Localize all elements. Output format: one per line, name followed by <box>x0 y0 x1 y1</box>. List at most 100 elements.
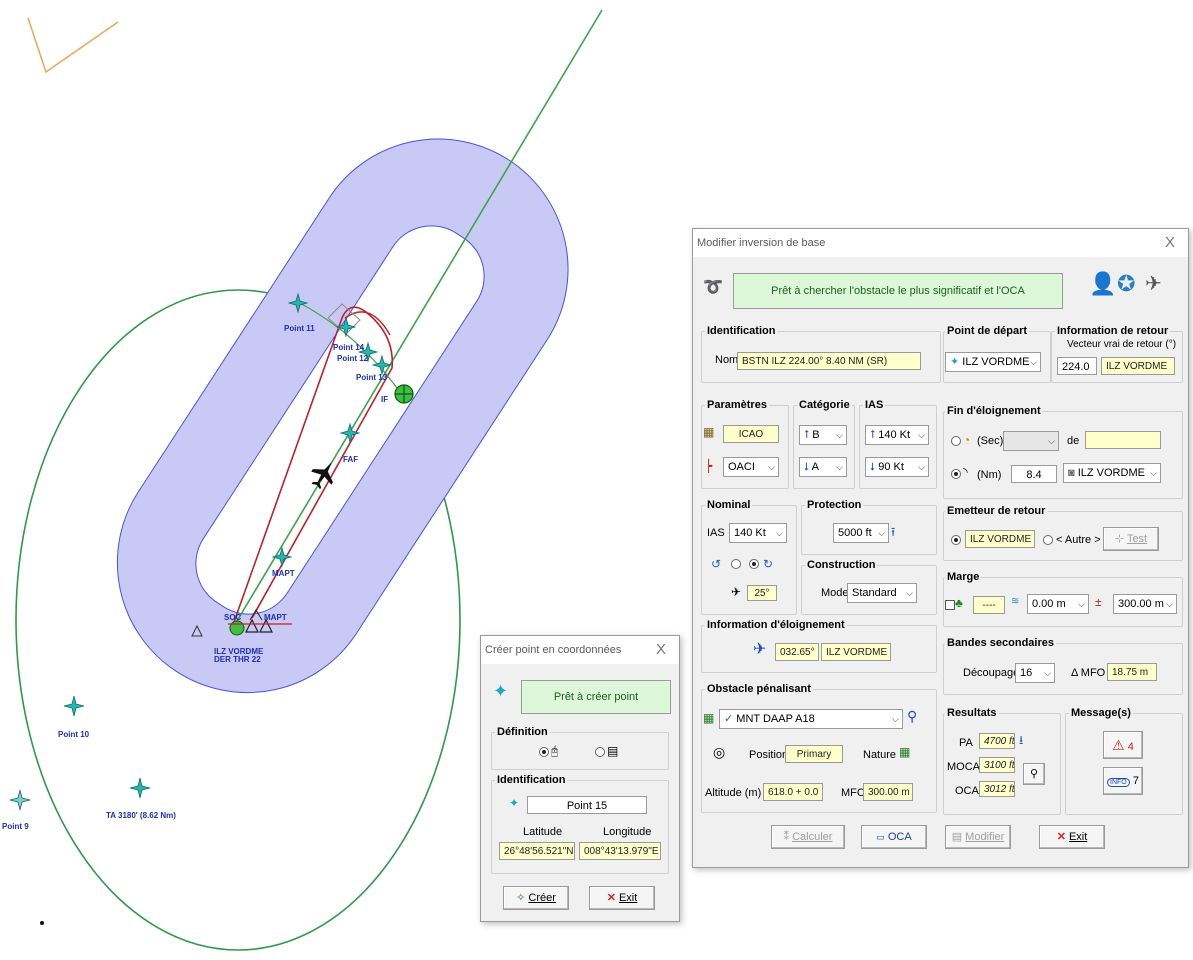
chevron-down-icon: ⌵ <box>918 462 925 472</box>
return-station-field[interactable]: ILZ VORDME <box>1101 357 1175 375</box>
label-mapt: MAPT <box>272 569 295 578</box>
return-vector-field[interactable]: 224.0 <box>1057 357 1097 375</box>
binoculars-icon: ◎ <box>713 744 726 760</box>
bank-angle-field[interactable]: 25° <box>747 585 777 601</box>
ias-label: IAS <box>863 399 886 411</box>
name-field[interactable]: BSTN ILZ 224.00° 8.40 NM (SR) <box>737 352 921 370</box>
create-button[interactable]: ✧ Créer <box>503 886 569 910</box>
create-point-titlebar[interactable]: Créer point en coordonnées X <box>481 636 679 664</box>
mfo-field[interactable]: 300.00 m <box>863 783 913 801</box>
delta-mfo-field[interactable]: 18.75 m <box>1107 663 1157 681</box>
moc-icon: ± <box>1095 595 1102 609</box>
zoom-button[interactable]: ⚲ <box>1023 763 1045 785</box>
outbound-track-field[interactable]: 032.65° <box>775 643 819 661</box>
parameters-field[interactable]: ICAO <box>723 425 779 443</box>
star-icon: ✦ <box>493 681 509 701</box>
chevron-down-icon: ⌵ <box>892 714 899 724</box>
nominal-ias-value: 140 Kt <box>734 527 766 539</box>
info-count: 7 <box>1132 775 1139 787</box>
nature-icon: ▦ <box>899 745 911 759</box>
info-button[interactable]: INFO 7 <box>1103 767 1143 795</box>
definition-radio-mouse[interactable] <box>539 747 549 757</box>
latitude-label: Latitude <box>523 826 563 838</box>
turn-right-radio[interactable] <box>749 559 759 569</box>
ias-lower-value: 90 Kt <box>878 461 904 473</box>
pa-field[interactable]: 4700 ft <box>979 733 1015 749</box>
test-button[interactable]: ⊹ Test <box>1103 527 1159 551</box>
emitter-station-field[interactable]: ILZ VORDME <box>965 530 1035 548</box>
latitude-field[interactable]: 26°48'56.521"N <box>499 842 575 860</box>
main-exit-button[interactable]: ✕ Exit <box>1039 825 1105 849</box>
category-upper-select[interactable]: ⭡ B ⌵ <box>799 425 847 445</box>
longitude-field[interactable]: 008°43'13.979"E <box>579 842 661 860</box>
position-field[interactable]: Primary <box>785 745 843 763</box>
secondary-areas-label: Bandes secondaires <box>945 637 1056 649</box>
ias-lower-select[interactable]: ⭣ 90 Kt ⌵ <box>865 457 929 477</box>
emitter-other-radio[interactable] <box>1043 535 1053 545</box>
decoupage-value: 16 <box>1020 667 1033 679</box>
exit-button[interactable]: ✕ Exit <box>589 886 655 910</box>
modify-button[interactable]: ▤ Modifier <box>945 825 1011 849</box>
margin-select-3[interactable]: 300.00 m ⌵ <box>1113 594 1177 614</box>
ias-upper-select[interactable]: ⭡ 140 Kt ⌵ <box>865 425 929 445</box>
obstacle-select[interactable]: ✓ MNT DAAP A18 ⌵ <box>719 709 903 729</box>
identification-label: Identification <box>705 325 778 337</box>
outbound-station-field[interactable]: ILZ VORDME <box>821 643 891 661</box>
main-titlebar[interactable]: Modifier inversion de base X <box>693 229 1188 257</box>
search-icon[interactable]: ⚲ <box>907 709 917 723</box>
category-lower-select[interactable]: ⭣ A ⌵ <box>799 457 847 477</box>
star-icon: ✦ <box>950 356 960 368</box>
start-point-label: Point de départ <box>945 325 1030 337</box>
return-vector-label: Vecteur vrai de retour (°) <box>1067 339 1177 350</box>
definition-radio-keyboard[interactable] <box>595 747 605 757</box>
mode-select[interactable]: Standard ⌵ <box>847 583 917 603</box>
oca-field[interactable]: 3012 ft <box>979 781 1015 797</box>
protection-select[interactable]: 5000 ft ⌵ <box>833 523 889 543</box>
main-status: Prêt à chercher l'obstacle le plus signi… <box>733 273 1063 309</box>
margin-select-2[interactable]: 0.00 m ⌵ <box>1027 594 1089 614</box>
calculate-button[interactable]: ⁑ Calculer <box>771 825 845 849</box>
de-label: de <box>1067 435 1080 447</box>
label-point14: Point 14 <box>333 343 365 352</box>
outbound-station-value: ILZ VORDME <box>1077 467 1145 479</box>
tree-icon: ♣ <box>955 596 963 610</box>
sec-label: (Sec) <box>977 435 1004 447</box>
close-icon[interactable]: X <box>1160 233 1180 253</box>
moca-field[interactable]: 3100 ft <box>979 757 1015 773</box>
outbound-station-select[interactable]: ◙ ILZ VORDME ⌵ <box>1063 463 1161 483</box>
nominal-ias-select[interactable]: 140 Kt ⌵ <box>729 523 787 543</box>
definition-label: Définition <box>495 726 550 738</box>
calculate-icon: ⁑ <box>783 831 790 843</box>
create-point-status: Prêt à créer point <box>521 680 671 714</box>
standard-select[interactable]: OACI ⌵ <box>723 457 779 477</box>
warnings-button[interactable]: ⚠ 4 <box>1103 731 1143 759</box>
messages-label: Message(s) <box>1069 707 1133 719</box>
outbound-sec-radio[interactable] <box>951 436 961 446</box>
outbound-de-field[interactable] <box>1085 431 1161 449</box>
margin-value-2: 0.00 m <box>1032 598 1066 610</box>
modify-icon: ▤ <box>951 831 963 843</box>
margin-checkbox[interactable] <box>945 600 955 610</box>
decoupage-select[interactable]: 16 ⌵ <box>1015 663 1055 683</box>
close-icon[interactable]: X <box>651 640 671 660</box>
turn-left-radio[interactable] <box>731 559 741 569</box>
messages-group <box>1065 713 1183 815</box>
label-mapt2: MAPT <box>264 613 287 622</box>
mode-value: Standard <box>852 587 897 599</box>
outbound-nm-field[interactable]: 8.4 <box>1011 465 1057 483</box>
outbound-sec-select[interactable]: ⌵ <box>1003 431 1059 451</box>
warning-icon: ⚠ <box>1112 737 1125 753</box>
arrow-down-icon: ⭣ <box>804 461 810 473</box>
oca-button[interactable]: ▭ OCA <box>861 825 927 849</box>
altitude-field[interactable]: 618.0 + 0.0 <box>763 783 823 801</box>
emitter-station-radio[interactable] <box>951 535 961 545</box>
chevron-down-icon: ⌵ <box>1166 599 1173 609</box>
outbound-nm-radio[interactable] <box>951 469 961 479</box>
point-name-field[interactable]: Point 15 <box>527 796 647 814</box>
mode-label: Mode <box>821 587 849 599</box>
start-point-select[interactable]: ✦ ILZ VORDME ⌵ <box>945 352 1041 372</box>
arrow-down-icon: ⭣ <box>870 461 876 473</box>
keyboard-icon: ▤ <box>607 744 619 758</box>
margin-field-1[interactable]: ---- <box>973 596 1005 614</box>
mouse-icon: 🖰 <box>551 744 559 758</box>
